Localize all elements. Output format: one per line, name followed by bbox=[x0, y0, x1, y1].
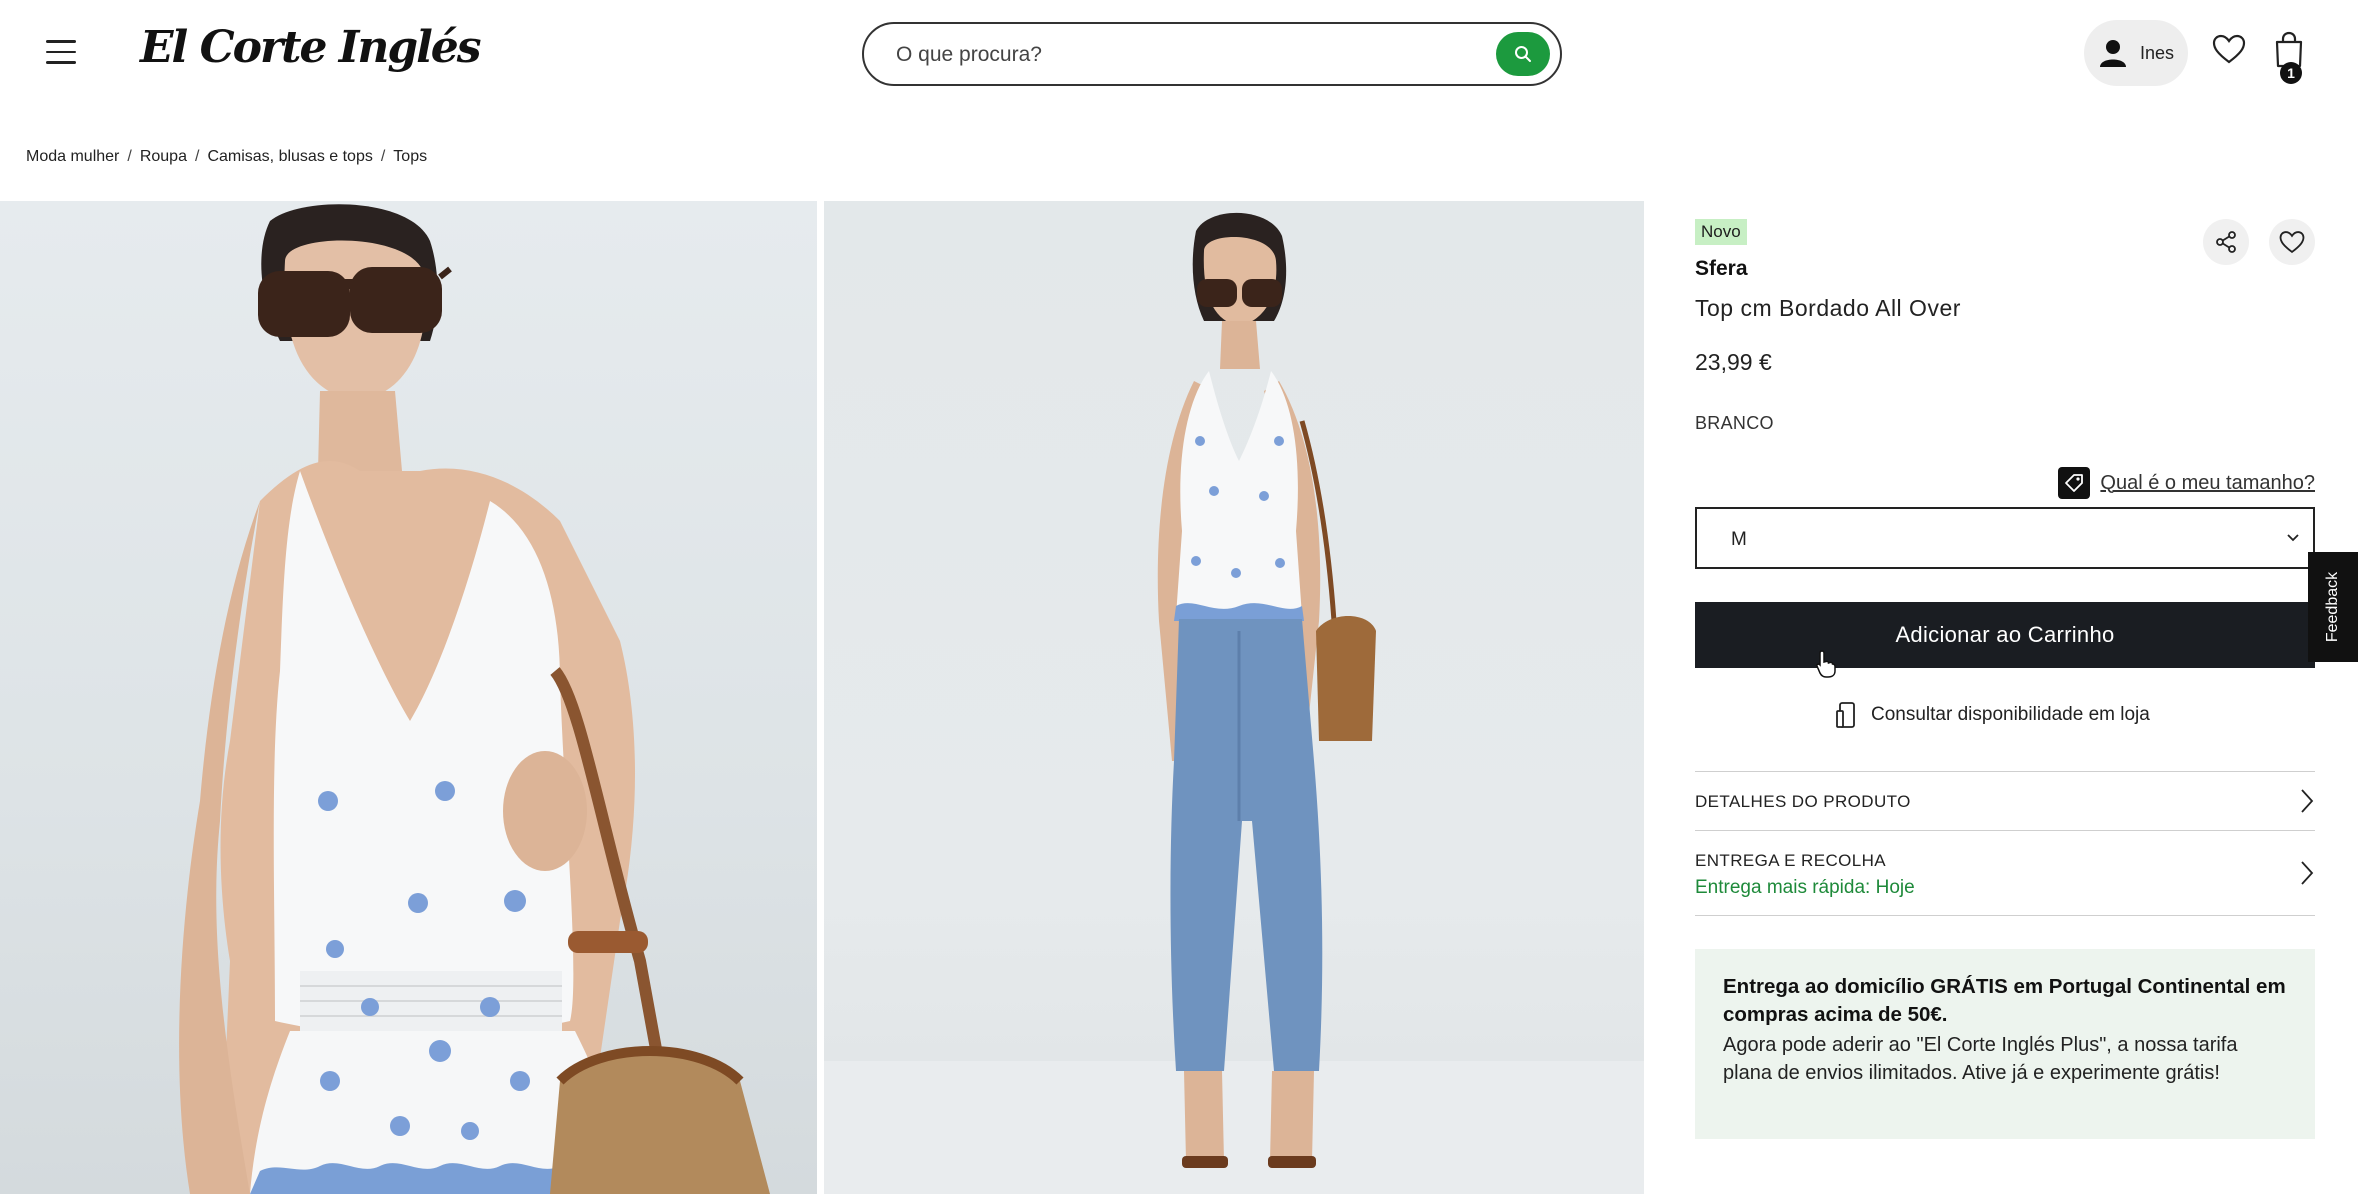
chevron-right-icon bbox=[2301, 861, 2314, 885]
size-guide-label: Qual é o meu tamanho? bbox=[2100, 471, 2315, 494]
store-availability-link[interactable]: Consultar disponibilidade em loja bbox=[1835, 701, 2150, 729]
selected-size: M bbox=[1731, 529, 1747, 550]
breadcrumb-item[interactable]: Tops bbox=[393, 148, 427, 166]
model-closeup-illustration bbox=[179, 204, 770, 1194]
breadcrumb: Moda mulher / Roupa / Camisas, blusas e … bbox=[26, 148, 427, 166]
product-price: 23,99 € bbox=[1695, 349, 1772, 375]
cart-count-badge: 1 bbox=[2280, 62, 2302, 84]
search-button[interactable] bbox=[1496, 32, 1550, 76]
divider bbox=[1695, 915, 2315, 916]
product-color: BRANCO bbox=[1695, 413, 1774, 433]
chevron-down-icon bbox=[2287, 534, 2299, 542]
new-badge: Novo bbox=[1695, 219, 1747, 245]
search-icon bbox=[1515, 46, 1531, 62]
product-image-fullbody[interactable] bbox=[824, 201, 1644, 1194]
breadcrumb-item[interactable]: Roupa bbox=[140, 148, 187, 166]
model-fullbody-illustration bbox=[824, 212, 1644, 1194]
share-icon bbox=[2216, 231, 2236, 253]
accordion-label: ENTREGA E RECOLHA bbox=[1695, 851, 1887, 870]
free-delivery-promo: Entrega ao domicílio GRÁTIS em Portugal … bbox=[1695, 949, 2315, 1139]
logo[interactable]: El Corte Inglés bbox=[140, 22, 482, 73]
promo-heading: Entrega ao domicílio GRÁTIS em Portugal … bbox=[1723, 975, 2286, 1026]
store-phone-icon bbox=[1836, 702, 1855, 728]
search-input[interactable] bbox=[896, 36, 1456, 74]
breadcrumb-item[interactable]: Moda mulher bbox=[26, 148, 119, 166]
user-name: Ines bbox=[2140, 42, 2175, 63]
breadcrumb-separator: / bbox=[380, 148, 386, 165]
accordion-product-details[interactable]: DETALHES DO PRODUTO bbox=[1695, 771, 2315, 831]
add-to-wishlist-button[interactable] bbox=[2269, 219, 2315, 265]
product-brand[interactable]: Sfera bbox=[1695, 257, 1748, 281]
feedback-tab[interactable]: Feedback bbox=[2308, 552, 2358, 662]
accordion-label: DETALHES DO PRODUTO bbox=[1695, 792, 1911, 811]
breadcrumb-separator: / bbox=[127, 148, 132, 165]
breadcrumb-separator: / bbox=[194, 148, 200, 165]
product-title: Top cm Bordado All Over bbox=[1695, 295, 1961, 321]
breadcrumb-item[interactable]: Camisas, blusas e tops bbox=[207, 148, 372, 166]
share-button[interactable] bbox=[2203, 219, 2249, 265]
store-availability-label: Consultar disponibilidade em loja bbox=[1871, 704, 2150, 725]
site-header: El Corte Inglés Ines 1 bbox=[0, 0, 2358, 110]
menu-icon[interactable] bbox=[46, 40, 76, 64]
product-image-closeup[interactable] bbox=[0, 201, 817, 1194]
accordion-delivery[interactable]: ENTREGA E RECOLHA Entrega mais rápida: H… bbox=[1695, 830, 2315, 916]
feedback-label: Feedback bbox=[2324, 571, 2341, 643]
user-icon bbox=[2100, 40, 2126, 67]
size-guide-link[interactable]: Qual é o meu tamanho? bbox=[2058, 467, 2315, 499]
wishlist-icon[interactable] bbox=[2212, 34, 2246, 64]
search-bar bbox=[862, 22, 1562, 86]
fastest-delivery-note: Entrega mais rápida: Hoje bbox=[1695, 877, 1915, 898]
account-button[interactable]: Ines bbox=[2084, 20, 2188, 86]
size-select[interactable]: M bbox=[1695, 507, 2315, 569]
promo-text: Agora pode aderir ao "El Corte Inglés Pl… bbox=[1723, 1034, 2238, 1084]
size-tag-icon bbox=[2058, 467, 2091, 499]
heart-icon bbox=[2279, 231, 2305, 254]
add-to-cart-button[interactable]: Adicionar ao Carrinho bbox=[1695, 602, 2315, 668]
chevron-right-icon bbox=[2301, 789, 2314, 813]
